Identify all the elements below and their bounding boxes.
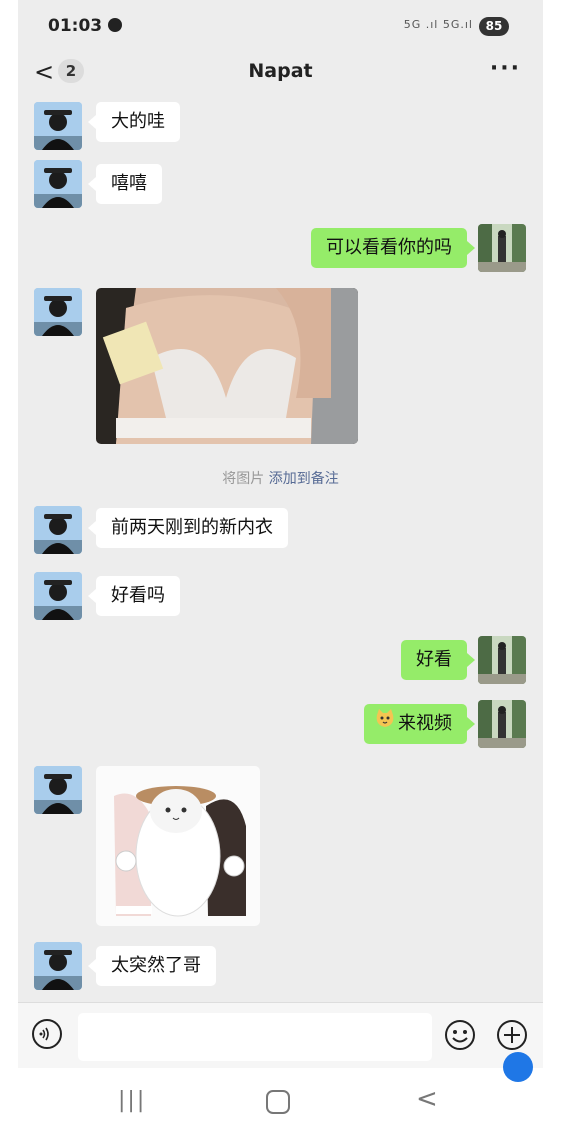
- contact-avatar[interactable]: [34, 288, 82, 336]
- message-bubble[interactable]: 可以看看你的吗: [311, 228, 475, 268]
- battery-icon: 85: [479, 17, 509, 36]
- my-avatar[interactable]: [478, 700, 526, 748]
- notification-icon: [108, 18, 123, 32]
- message-bubble[interactable]: 好看吗: [88, 576, 180, 616]
- contact-avatar[interactable]: [34, 766, 82, 814]
- status-bar: 01:03 5G .ıl 5G.ıl 85: [18, 0, 543, 54]
- add-to-remark-link[interactable]: 添加到备注: [269, 471, 339, 487]
- signal-icon: 5G .ıl 5G.ıl: [403, 18, 473, 31]
- status-time: 01:03: [48, 16, 123, 36]
- contact-avatar[interactable]: [34, 572, 82, 620]
- contact-avatar[interactable]: [34, 942, 82, 990]
- more-options-button[interactable]: ···: [490, 56, 521, 81]
- system-nav-bar: ||| <: [18, 1068, 543, 1124]
- system-note-text: 将图片: [222, 471, 265, 487]
- my-avatar[interactable]: [478, 636, 526, 684]
- message-input[interactable]: [78, 1013, 432, 1061]
- message-bubble[interactable]: 好看: [401, 640, 475, 680]
- message-bubble[interactable]: 前两天刚到的新内衣: [88, 508, 288, 548]
- system-note: 将图片 添加到备注: [18, 468, 543, 488]
- emoji-icon[interactable]: [444, 1019, 476, 1051]
- phone-screen: 01:03 5G .ıl 5G.ıl 85 < 2 Napat ··· 大的哇 …: [18, 0, 543, 1124]
- message-bubble[interactable]: 太突然了哥: [88, 946, 216, 986]
- recent-apps-button[interactable]: |||: [118, 1088, 146, 1113]
- voice-icon[interactable]: [32, 1019, 62, 1049]
- sticker-message[interactable]: [96, 766, 260, 926]
- contact-avatar[interactable]: [34, 506, 82, 554]
- my-avatar[interactable]: [478, 224, 526, 272]
- message-bubble[interactable]: 来视频: [364, 704, 475, 744]
- message-bubble[interactable]: 嘻嘻: [88, 164, 162, 204]
- chat-header: < 2 Napat ···: [18, 54, 543, 94]
- message-list[interactable]: 大的哇 嘻嘻 可以看看你的吗 将图片 添加到备注 前两天刚到的新内衣 好看吗 好…: [18, 94, 543, 1002]
- message-text: 来视频: [398, 713, 452, 734]
- floating-bubble-icon[interactable]: [503, 1052, 533, 1082]
- home-button[interactable]: [266, 1090, 290, 1114]
- input-bar: [18, 1002, 543, 1069]
- chat-title: Napat: [248, 60, 313, 82]
- message-bubble[interactable]: 大的哇: [88, 102, 180, 142]
- system-back-button[interactable]: <: [416, 1084, 438, 1114]
- cat-face-icon: [374, 704, 396, 744]
- contact-avatar[interactable]: [34, 160, 82, 208]
- image-message-photo[interactable]: [96, 288, 358, 444]
- contact-avatar[interactable]: [34, 102, 82, 150]
- plus-icon[interactable]: [496, 1019, 528, 1051]
